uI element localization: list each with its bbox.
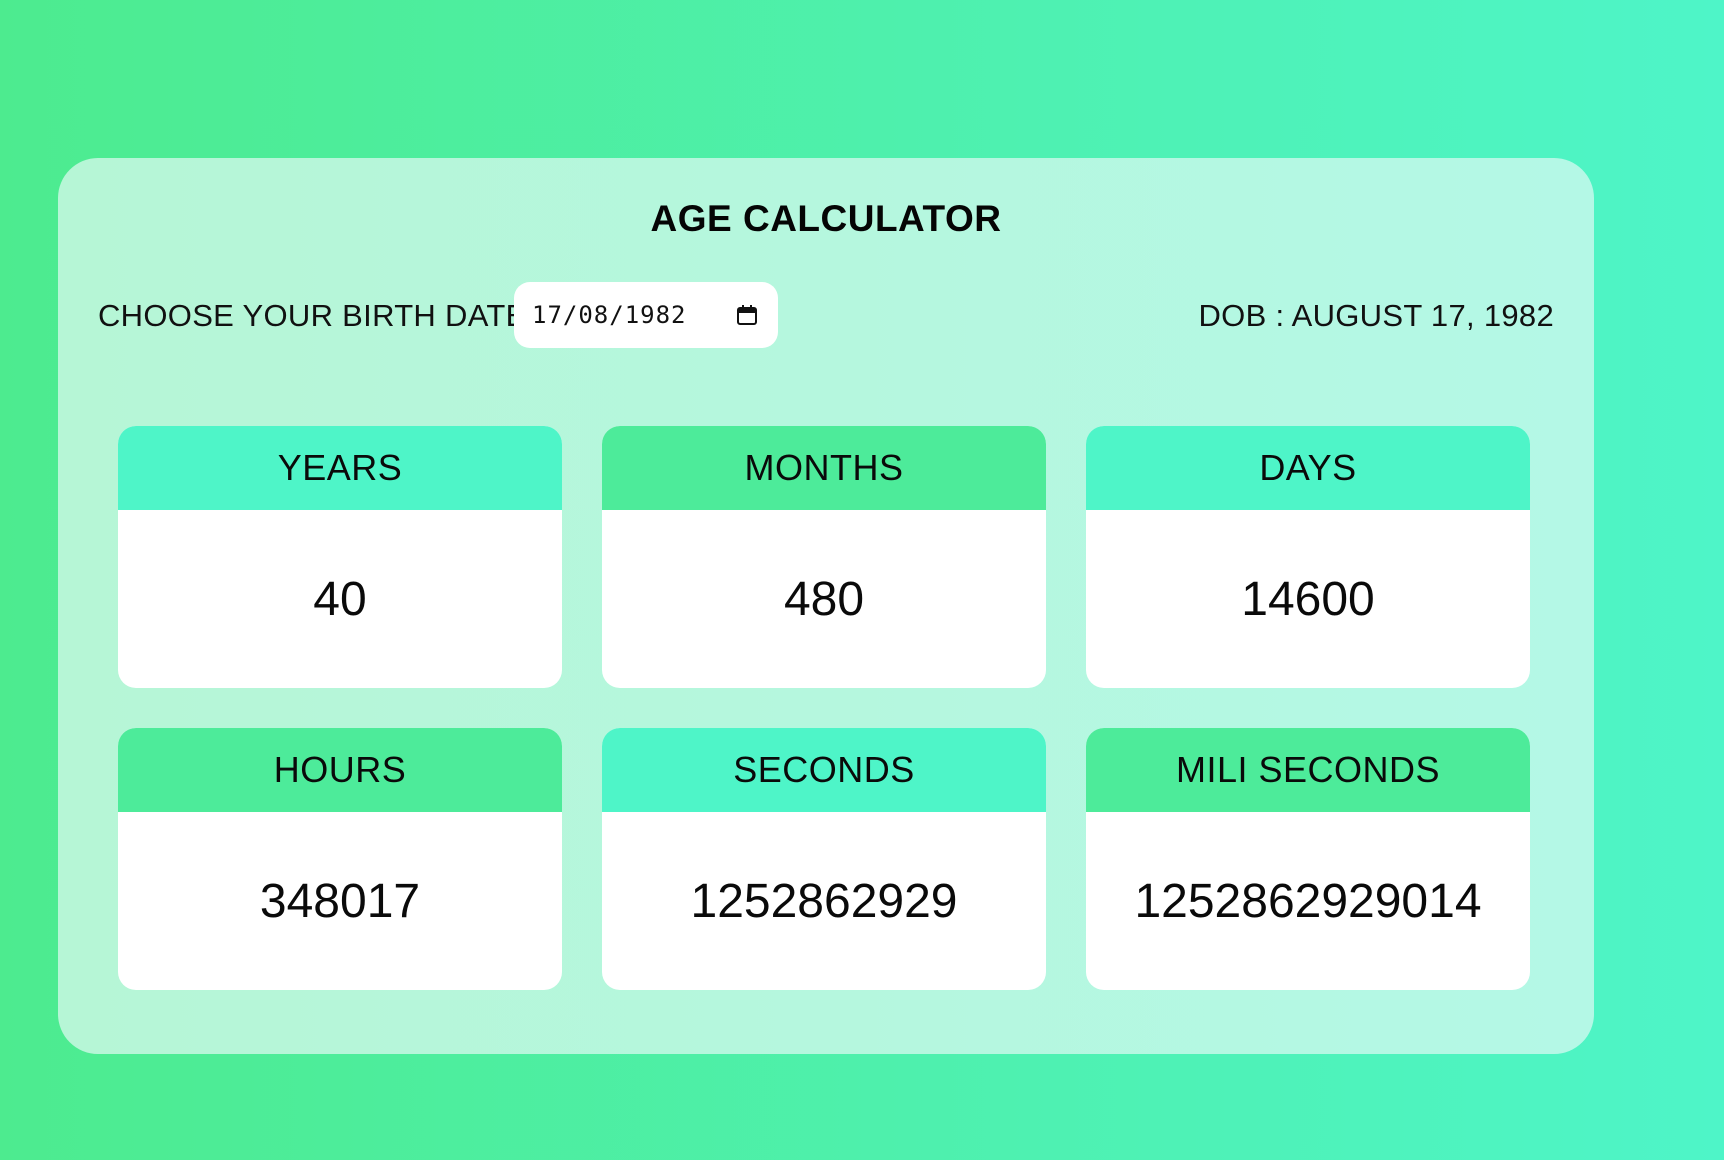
milliseconds-tile: MILI SECONDS 1252862929014 [1086,728,1530,990]
years-label: YEARS [118,426,562,510]
months-tile: MONTHS 480 [602,426,1046,688]
years-value: 40 [313,572,367,626]
seconds-tile: SECONDS 1252862929 [602,728,1046,990]
seconds-label: SECONDS [602,728,1046,812]
months-value: 480 [783,572,865,626]
dob-display: DOB : AUGUST 17, 1982 [1198,298,1554,333]
days-tile: DAYS 14600 [1086,426,1530,688]
milliseconds-value: 1252862929014 [1134,874,1482,928]
birth-date-input[interactable]: 17/08/1982 [514,282,778,348]
hours-tile: HOURS 348017 [118,728,562,990]
hours-label: HOURS [118,728,562,812]
page-title: AGE CALCULATOR [650,198,1002,239]
birth-date-value: 17/08/1982 [532,301,687,329]
age-calculator-card: AGE CALCULATOR CHOOSE YOUR BIRTH DATE 17… [58,158,1594,1054]
days-label: DAYS [1086,426,1530,510]
birth-date-label: CHOOSE YOUR BIRTH DATE [98,298,527,333]
seconds-value: 1252862929 [690,874,958,928]
milliseconds-label: MILI SECONDS [1086,728,1530,812]
calendar-icon[interactable] [736,304,758,326]
years-tile: YEARS 40 [118,426,562,688]
months-label: MONTHS [602,426,1046,510]
days-value: 14600 [1241,572,1375,626]
hours-value: 348017 [259,874,421,928]
